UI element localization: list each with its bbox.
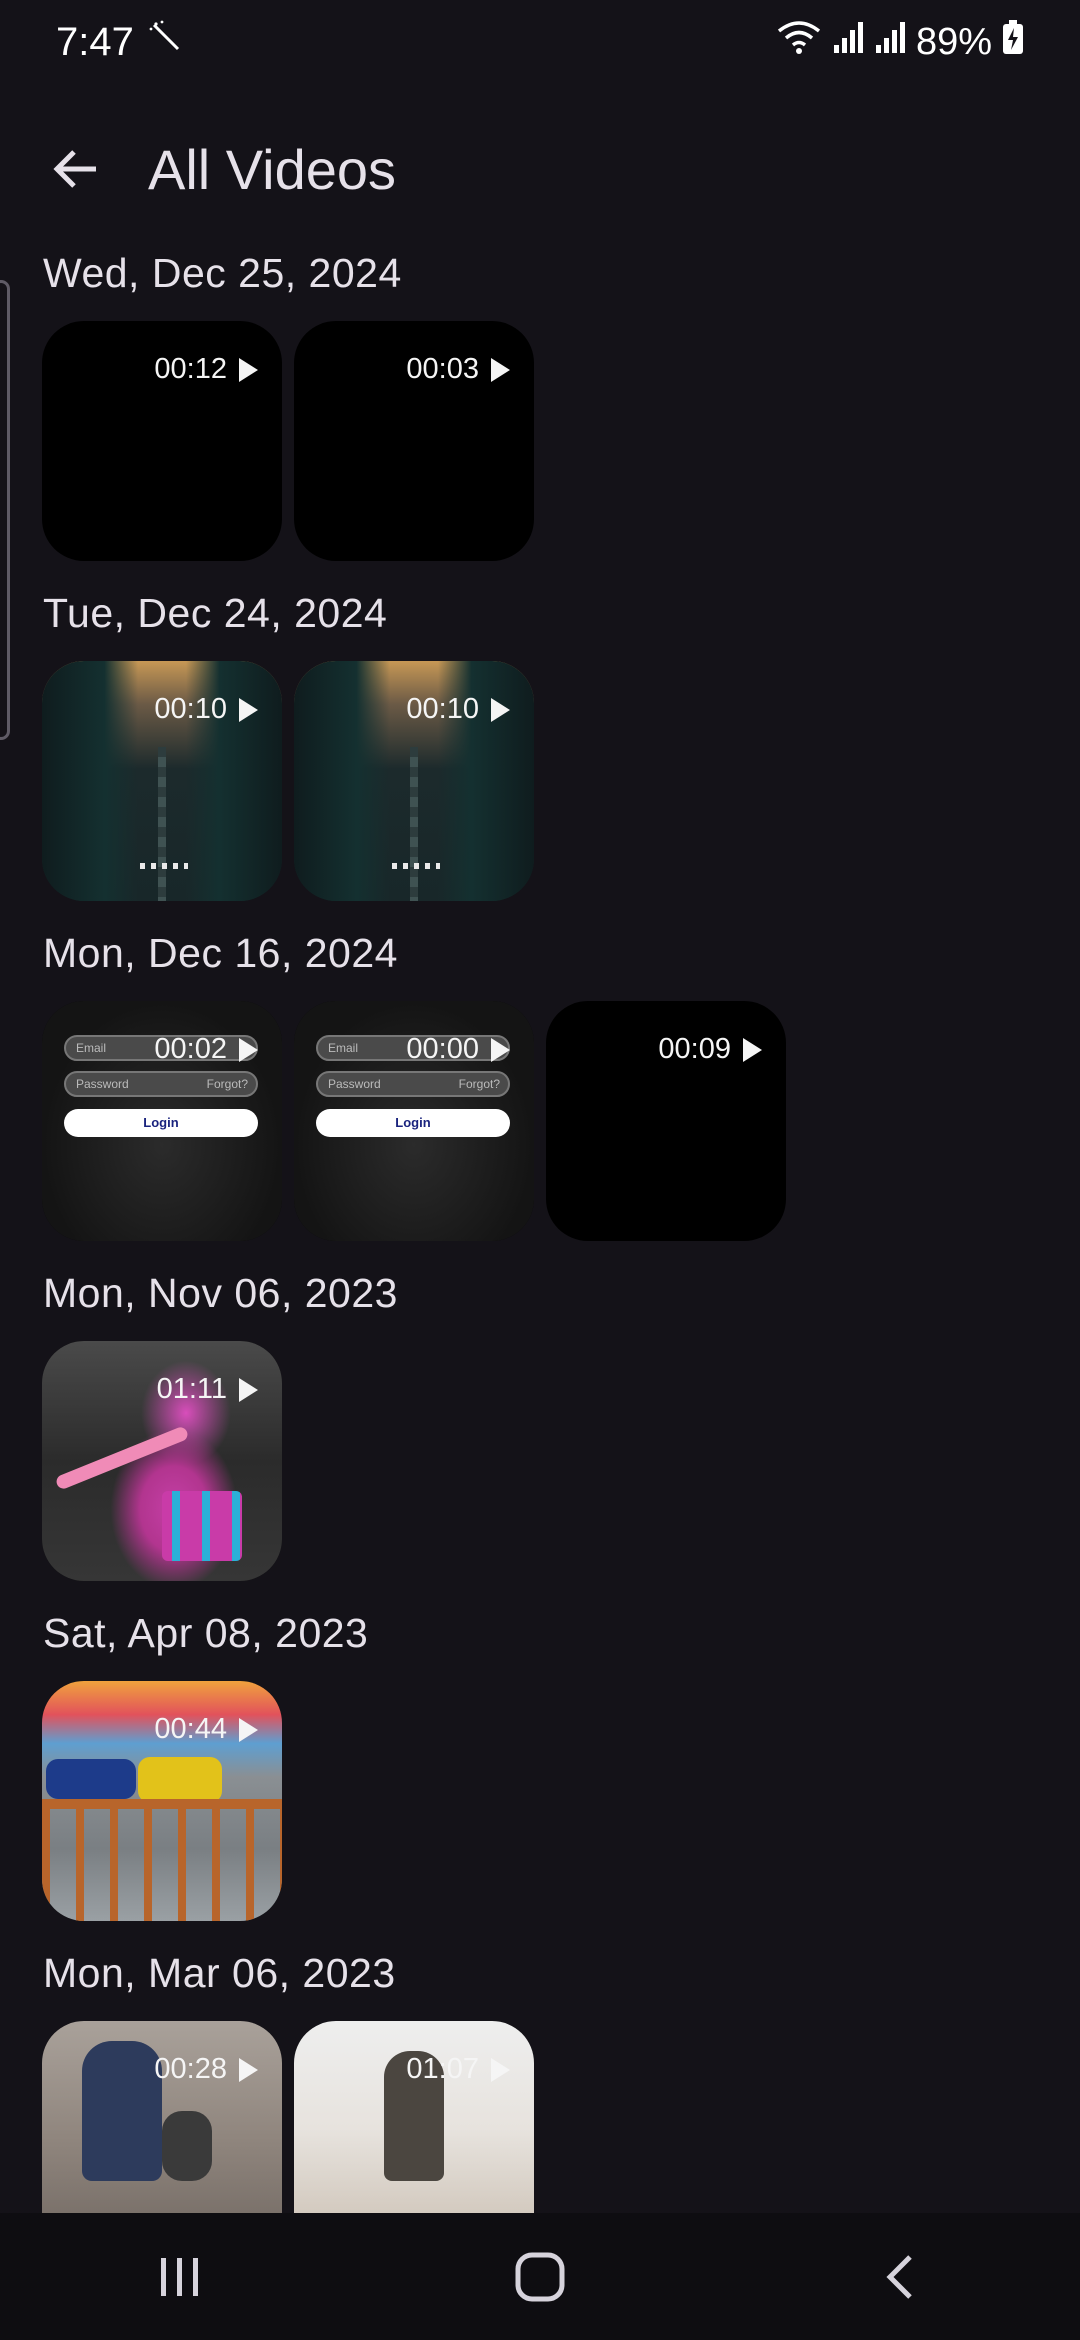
date-header: Mon, Dec 16, 2024 (43, 930, 398, 976)
video-thumbnail[interactable]: 00:03 (294, 321, 534, 561)
date-group: Tue, Dec 24, 2024 00:10 00:10 (0, 585, 1080, 901)
thumb-row: 00:44 (42, 1681, 1080, 1921)
page-title: All Videos (148, 138, 397, 201)
duration-label: 00:28 (154, 2053, 258, 2086)
play-icon (491, 1037, 510, 1062)
duration-label: 00:10 (154, 693, 258, 726)
beach-image (42, 2021, 282, 2213)
video-thumbnail[interactable]: 01:07 (294, 2021, 534, 2213)
play-icon (743, 1037, 762, 1062)
duration-text: 01:11 (156, 1373, 227, 1405)
recent-apps-icon (161, 2257, 198, 2296)
date-group: Wed, Dec 25, 2024 00:12 00:03 (0, 245, 1080, 561)
magic-wand-icon (148, 19, 184, 65)
battery-charging-icon (1002, 19, 1024, 65)
arrow-left-icon (53, 150, 96, 188)
video-thumbnail[interactable]: Email Password Forgot? Login 00:02 (42, 1001, 282, 1241)
play-icon (239, 2057, 258, 2082)
system-back-button[interactable] (840, 2227, 960, 2327)
home-icon (515, 2252, 565, 2301)
thumb-forgot-text: Forgot? (206, 1077, 248, 1091)
video-thumbnail[interactable]: 00:12 (42, 321, 282, 561)
thumb-login-button: Login (64, 1109, 258, 1137)
duration-text: 00:44 (154, 1713, 227, 1745)
thumb-forgot-text: Forgot? (458, 1077, 500, 1091)
beach-image (294, 2021, 534, 2213)
duration-label: 00:10 (406, 693, 510, 726)
video-thumbnail[interactable]: 00:44 (42, 1681, 282, 1921)
duration-text: 00:00 (406, 1033, 479, 1065)
status-time: 7:47 (56, 19, 134, 64)
back-button[interactable] (40, 133, 112, 205)
battery-percent: 89% (915, 20, 992, 63)
duration-text: 00:10 (154, 693, 227, 725)
status-left: 7:47 (56, 19, 184, 65)
play-icon (239, 697, 258, 722)
play-icon (239, 357, 258, 382)
play-icon (491, 357, 510, 382)
date-header: Sat, Apr 08, 2023 (43, 1610, 369, 1656)
video-thumbnail[interactable]: 00:09 (546, 1001, 786, 1241)
play-icon (239, 1717, 258, 1742)
duration-text: 01:07 (406, 2053, 479, 2085)
duration-label: 00:44 (154, 1713, 258, 1746)
thumb-row: 00:12 00:03 (42, 321, 1080, 561)
date-group: Mon, Dec 16, 2024 Email Password Forgot?… (0, 925, 1080, 1241)
thumb-password-text: Password (328, 1077, 381, 1091)
duration-label: 00:12 (154, 353, 258, 386)
date-header: Mon, Nov 06, 2023 (43, 1270, 398, 1316)
play-icon (239, 1377, 258, 1402)
date-header: Mon, Mar 06, 2023 (43, 1950, 396, 1996)
thumb-row: 00:28 01:07 (42, 2021, 1080, 2213)
duration-label: 00:09 (658, 1033, 762, 1066)
date-header: Wed, Dec 25, 2024 (43, 250, 402, 296)
video-thumbnail[interactable]: 00:10 (42, 661, 282, 901)
thumb-login-button: Login (316, 1109, 510, 1137)
thumb-password-text: Password (76, 1077, 129, 1091)
play-icon (239, 1037, 258, 1062)
duration-label: 01:11 (157, 1373, 258, 1406)
date-group: Sat, Apr 08, 2023 00:44 (0, 1605, 1080, 1921)
chevron-left-icon (886, 2254, 912, 2299)
app-bar: All Videos (0, 115, 1080, 225)
wifi-icon (776, 19, 822, 65)
video-thumbnail[interactable]: 00:10 (294, 661, 534, 901)
date-group: Mon, Nov 06, 2023 01:11 (0, 1265, 1080, 1581)
play-icon (491, 697, 510, 722)
duration-text: 00:28 (154, 2053, 227, 2085)
play-icon (491, 2057, 510, 2082)
recent-apps-button[interactable] (120, 2227, 240, 2327)
system-nav-bar (0, 2213, 1080, 2340)
duration-text: 00:03 (406, 353, 479, 385)
video-thumbnail[interactable]: 00:28 (42, 2021, 282, 2213)
duration-text: 00:09 (658, 1033, 731, 1065)
thumb-password-field: Password Forgot? (316, 1071, 510, 1097)
date-group: Mon, Mar 06, 2023 00:28 01:07 (0, 1945, 1080, 2213)
date-header: Tue, Dec 24, 2024 (43, 590, 388, 636)
thumb-password-field: Password Forgot? (64, 1071, 258, 1097)
duration-label: 01:07 (406, 2053, 510, 2086)
thumb-row: 01:11 (42, 1341, 1080, 1581)
duration-text: 00:10 (406, 693, 479, 725)
status-right: 89% (776, 19, 1024, 65)
duration-text: 00:12 (154, 353, 227, 385)
duration-label: 00:02 (154, 1033, 258, 1066)
thumb-row: 00:10 00:10 (42, 661, 1080, 901)
duration-label: 00:00 (406, 1033, 510, 1066)
duration-text: 00:02 (154, 1033, 227, 1065)
signal-icon-1 (832, 19, 864, 65)
video-list[interactable]: Wed, Dec 25, 2024 00:12 00:03 Tue, Dec 2… (0, 245, 1080, 2213)
signal-icon-2 (874, 19, 906, 65)
home-button[interactable] (480, 2227, 600, 2327)
duration-label: 00:03 (406, 353, 510, 386)
video-thumbnail[interactable]: 01:11 (42, 1341, 282, 1581)
status-bar: 7:47 89% (0, 0, 1080, 84)
thumb-row: Email Password Forgot? Login 00:02 Email (42, 1001, 1080, 1241)
video-thumbnail[interactable]: Email Password Forgot? Login 00:00 (294, 1001, 534, 1241)
